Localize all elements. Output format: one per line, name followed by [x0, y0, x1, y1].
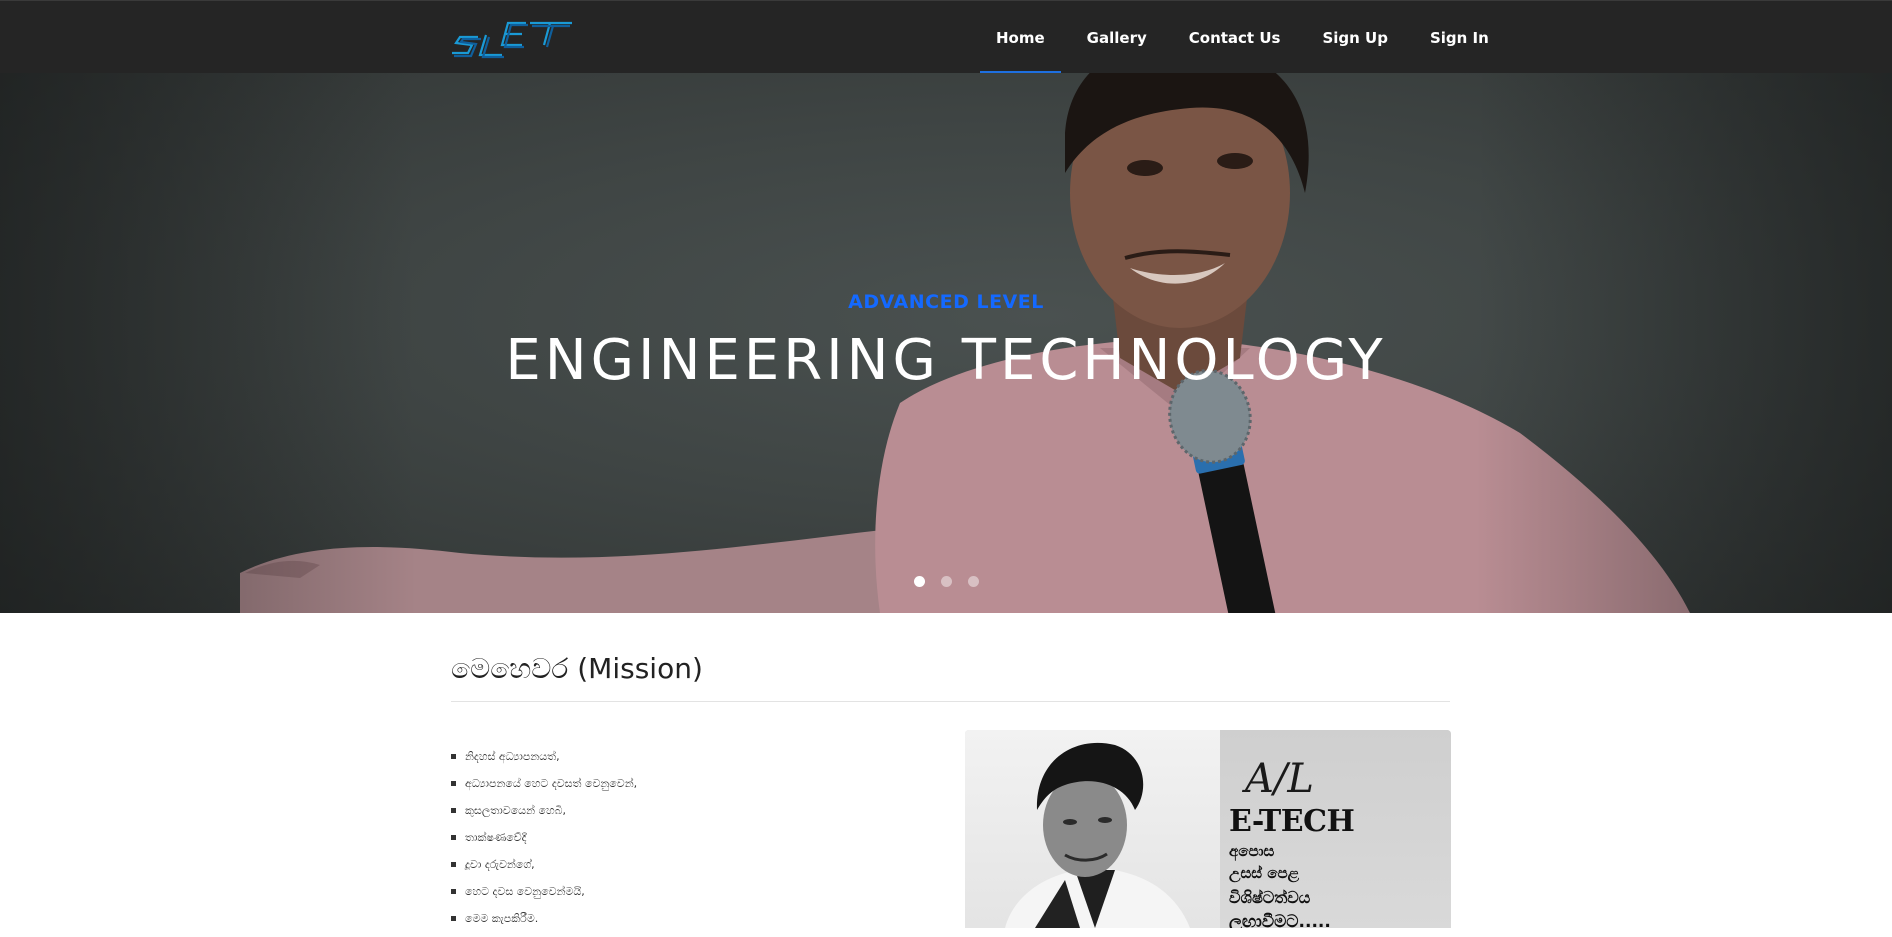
section-divider	[451, 701, 1450, 702]
nav-sign-up[interactable]: Sign Up	[1301, 1, 1409, 74]
mission-item: හෙට දවස වෙනුවෙන්මයි,	[451, 883, 637, 910]
site-logo[interactable]	[452, 19, 574, 65]
hero-title: ENGINEERING TECHNOLOGY	[505, 328, 1387, 393]
poster-line-3: විශිෂ්ටත්වය	[1229, 888, 1311, 907]
poster-line-4: ලඟාවීමට.....	[1229, 912, 1331, 928]
slet-logo-icon	[452, 21, 572, 59]
mission-item: නිදහස් අධ්‍යාපනයත්,	[451, 748, 637, 775]
carousel-dot-1[interactable]	[913, 576, 925, 587]
mission-list: නිදහස් අධ්‍යාපනයත්, අධ්‍යාපනයේ හෙට දවසත්…	[451, 748, 637, 937]
nav-home[interactable]: Home	[975, 1, 1066, 74]
hero-carousel[interactable]: ADVANCED LEVEL ENGINEERING TECHNOLOGY	[0, 73, 1892, 613]
mission-title: මෙහෙවර (Mission)	[451, 652, 703, 685]
mission-item: දූවා දරුවන්ගේ,	[451, 856, 637, 883]
hero-eyebrow: ADVANCED LEVEL	[848, 291, 1044, 313]
carousel-dot-2[interactable]	[940, 576, 952, 587]
poster-photo	[965, 730, 1220, 928]
carousel-dot-3[interactable]	[967, 576, 979, 587]
mission-item: කුසලතාවයෙන් හෙබි,	[451, 802, 637, 829]
nav-sign-in[interactable]: Sign In	[1409, 1, 1510, 74]
poster-line-1: අපොස	[1229, 842, 1275, 860]
poster-etech-text: E-TECH	[1229, 804, 1355, 839]
mission-item: තාක්ෂණවේදී	[451, 829, 637, 856]
nav-gallery[interactable]: Gallery	[1066, 1, 1168, 74]
mission-item: අධ්‍යාපනයේ හෙට දවසත් වෙනුවෙන්,	[451, 775, 637, 802]
nav-contact-us[interactable]: Contact Us	[1168, 1, 1302, 74]
carousel-indicators	[0, 576, 1892, 587]
mission-poster-image: A/L E-TECH අපොස උසස් පෙළ විශිෂ්ටත්වය ලඟා…	[965, 730, 1451, 928]
mission-item: මෙම කැපකිරීම.	[451, 910, 637, 937]
top-navbar: Home Gallery Contact Us Sign Up Sign In	[0, 0, 1892, 74]
poster-al-text: A/L	[1245, 756, 1314, 802]
poster-line-2: උසස් පෙළ	[1229, 864, 1300, 882]
main-nav: Home Gallery Contact Us Sign Up Sign In	[975, 1, 1510, 74]
poster-portrait	[1005, 742, 1190, 928]
